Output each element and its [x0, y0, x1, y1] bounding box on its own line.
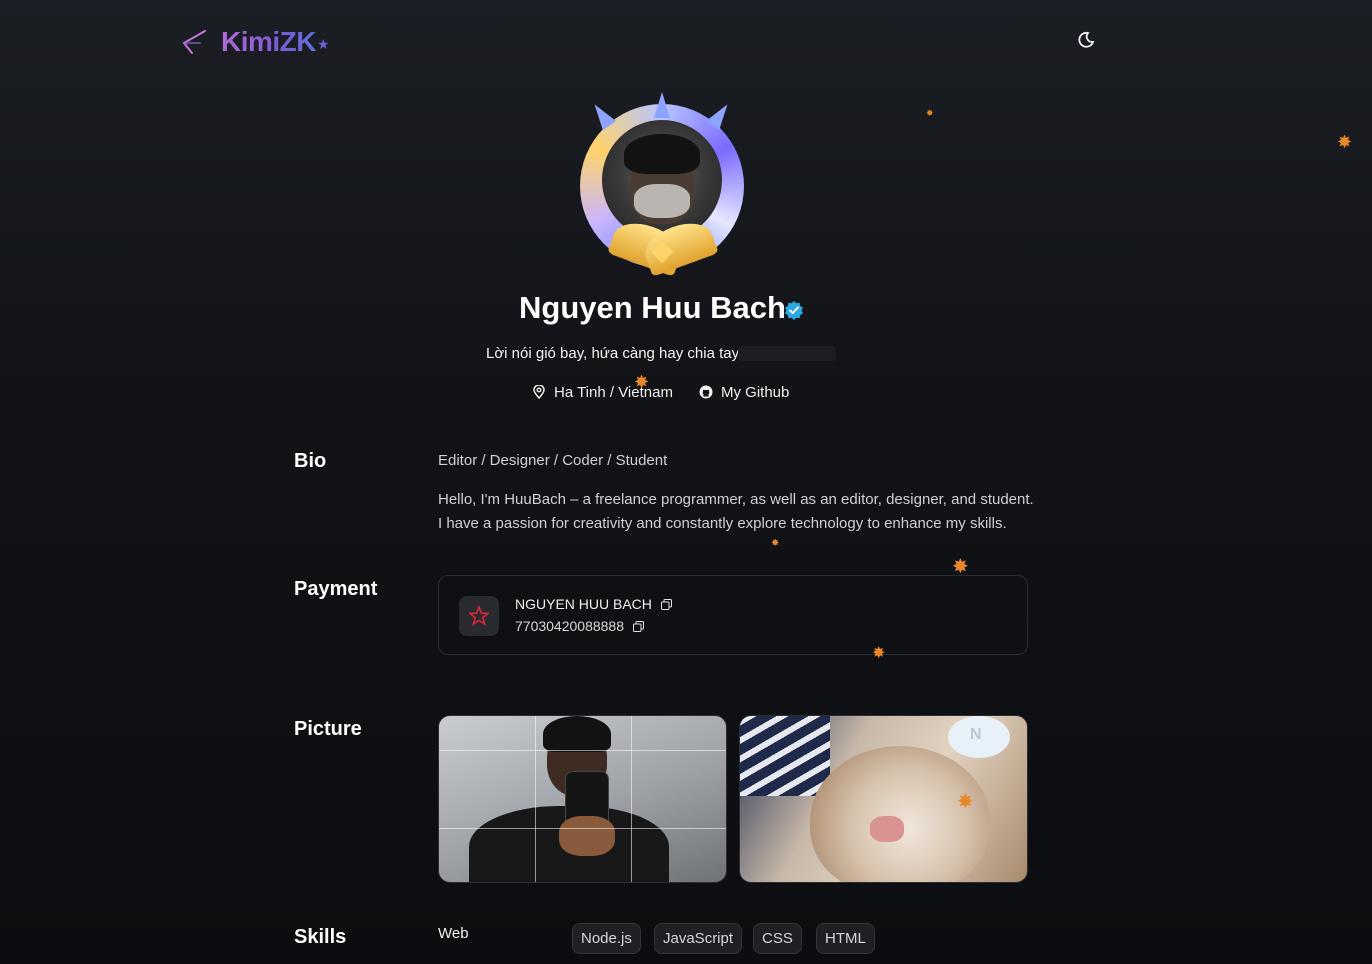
navbar: KimiZK ★ — [0, 0, 1372, 80]
grid-line — [439, 750, 726, 751]
account-number-row: 77030420088888 — [515, 618, 644, 634]
avatar-photo — [602, 120, 722, 240]
skill-chip: HTML — [816, 923, 875, 954]
section-label-bio: Bio — [294, 450, 327, 472]
verified-icon — [785, 301, 803, 320]
skill-chip: CSS — [753, 923, 802, 954]
bio-text: Hello, I'm HuuBach – a freelance program… — [438, 491, 1034, 532]
copy-icon[interactable] — [632, 621, 644, 632]
photo-blanket — [740, 716, 830, 796]
account-name-row: NGUYEN HUU BACH — [515, 596, 672, 612]
github-link[interactable]: My Github — [699, 384, 789, 401]
maple-leaf-icon: ✸ — [952, 556, 969, 578]
section-label-picture: Picture — [294, 718, 362, 740]
github-icon — [699, 385, 713, 399]
avatar — [572, 92, 752, 277]
grid-line — [535, 716, 536, 882]
location-text: Ha Tinh / Vietnam — [554, 384, 673, 401]
photo-hair — [543, 716, 611, 752]
account-number: 77030420088888 — [515, 618, 625, 634]
maple-leaf-icon: ✸ — [957, 791, 974, 813]
skill-chip: JavaScript — [654, 923, 743, 954]
maple-leaf-icon: ✸ — [1337, 132, 1353, 152]
copy-icon[interactable] — [660, 599, 672, 610]
star-bank-icon — [469, 606, 489, 626]
maple-leaf-icon: ✸ — [771, 538, 780, 549]
picture-cat[interactable]: N — [739, 715, 1028, 883]
account-name: NGUYEN HUU BACH — [515, 596, 652, 612]
profile-tagline: Lời nói gió bay, hứa càng hay chia tay — [486, 345, 740, 362]
location: Ha Tinh / Vietnam — [532, 384, 673, 401]
logo-star-icon: ★ — [317, 36, 330, 52]
back-arrow-icon[interactable] — [178, 27, 208, 57]
frame-spike — [654, 92, 670, 118]
avatar-mask — [634, 184, 690, 218]
maple-leaf-icon: ✸ — [634, 372, 650, 392]
tagline-hidden-block — [738, 346, 836, 361]
site-logo[interactable]: KimiZK — [221, 26, 317, 58]
photo-hand — [559, 816, 615, 856]
maple-leaf-icon: ✸ — [872, 645, 886, 662]
grid-line — [631, 716, 632, 882]
photo-cat-nose — [870, 816, 904, 842]
photo-cat-face — [810, 746, 990, 882]
section-label-payment: Payment — [294, 578, 378, 600]
profile-name: Nguyen Huu Bach — [519, 290, 786, 325]
location-pin-icon — [533, 385, 545, 399]
bio-role: Editor / Designer / Coder / Student — [438, 452, 668, 469]
bank-logo — [459, 596, 499, 636]
skill-chip: Node.js — [572, 923, 641, 954]
github-label: My Github — [721, 384, 790, 401]
payment-card: NGUYEN HUU BACH 77030420088888 — [438, 575, 1028, 655]
moon-icon[interactable] — [1077, 31, 1095, 49]
maple-leaf-icon: ✸ — [926, 108, 934, 118]
avatar-hair — [624, 134, 700, 174]
skill-group-label: Web — [438, 925, 469, 942]
picture-selfie[interactable] — [438, 715, 727, 883]
grid-line — [439, 828, 726, 829]
section-label-skills: Skills — [294, 926, 347, 948]
cloud-sticker-letter: N — [970, 726, 982, 743]
